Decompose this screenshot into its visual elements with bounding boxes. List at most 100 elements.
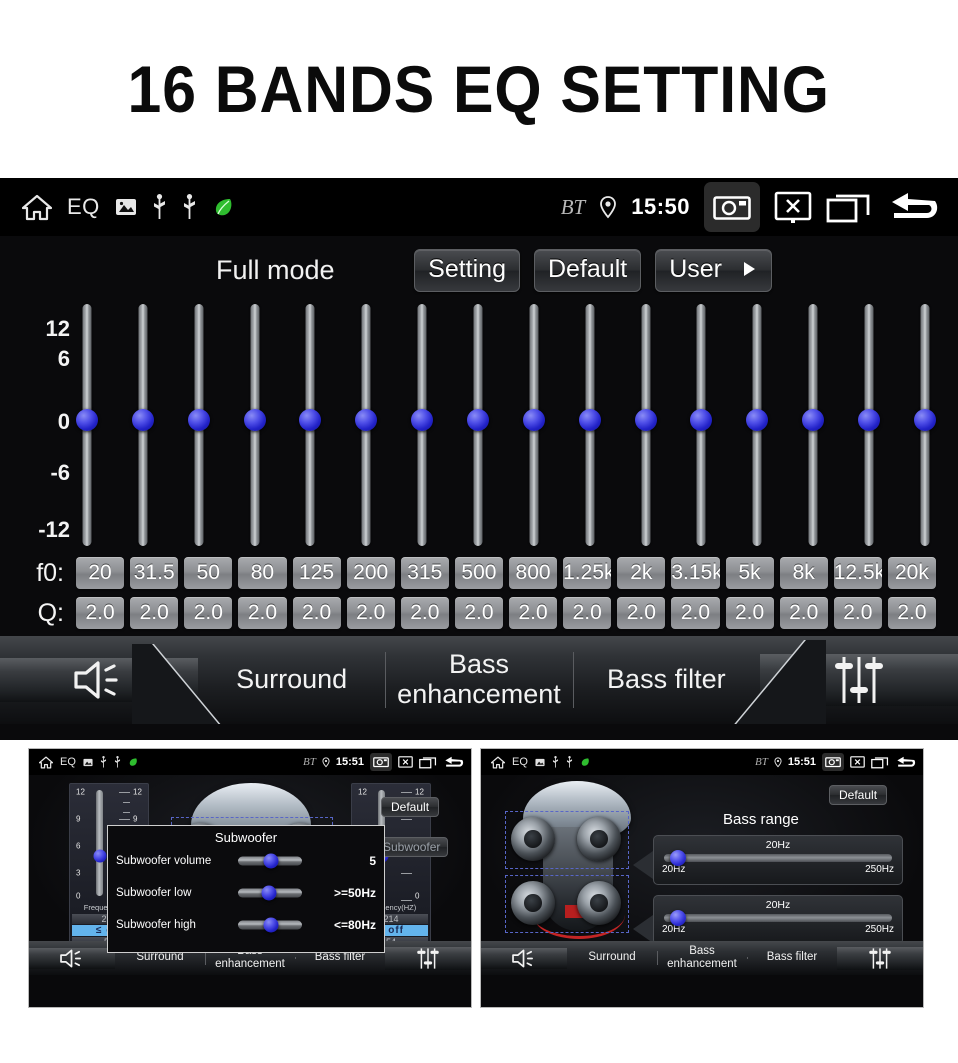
- thumb-right-nav-equalizer[interactable]: [837, 946, 923, 970]
- bass-range-slider-2[interactable]: 20Hz 20Hz 250Hz: [653, 895, 903, 945]
- eq-band-knob[interactable]: [578, 409, 601, 432]
- eq-band-knob[interactable]: [467, 409, 490, 432]
- subwoofer-volume-slider[interactable]: [238, 853, 302, 869]
- thumb-right-nav-surround[interactable]: Surround: [567, 951, 657, 964]
- f0-cell[interactable]: 1.25k: [563, 557, 612, 589]
- f0-cell[interactable]: 315: [400, 557, 449, 589]
- setting-button[interactable]: Setting: [414, 248, 520, 292]
- q-cell[interactable]: 2.0: [454, 597, 503, 629]
- thumb-left-nav-equalizer[interactable]: [385, 946, 471, 970]
- f0-cell[interactable]: 31.5: [130, 557, 179, 589]
- nav-tab-bass-filter[interactable]: Bass filter: [572, 636, 760, 724]
- q-cell[interactable]: 2.0: [779, 597, 828, 629]
- thumb-left-nav-speaker[interactable]: [29, 947, 115, 969]
- eq-band-knob[interactable]: [299, 409, 322, 432]
- q-cell[interactable]: 2.0: [184, 597, 233, 629]
- q-cell[interactable]: 2.0: [509, 597, 558, 629]
- home-icon[interactable]: [22, 194, 52, 221]
- f0-cell[interactable]: 50: [184, 557, 233, 589]
- eq-band-slider[interactable]: [522, 304, 545, 546]
- f0-cell[interactable]: 2k: [617, 557, 666, 589]
- eq-band-slider[interactable]: [355, 304, 378, 546]
- q-cell[interactable]: 2.0: [671, 597, 720, 629]
- q-cell[interactable]: 2.0: [346, 597, 395, 629]
- eq-band-slider[interactable]: [411, 304, 434, 546]
- slider-knob[interactable]: [263, 853, 279, 869]
- eq-band-slider[interactable]: [187, 304, 210, 546]
- thumb-left-nav-surround[interactable]: Surround: [115, 951, 205, 964]
- screen-off-icon[interactable]: [774, 191, 812, 224]
- slider-knob[interactable]: [263, 917, 279, 933]
- thumb-right-nav-speaker[interactable]: [481, 947, 567, 969]
- back-icon[interactable]: [886, 191, 942, 224]
- thumbnail-bass-range[interactable]: EQ BT 15:51 Default Bass range 20Hz 20Hz…: [480, 748, 924, 1008]
- eq-band-knob[interactable]: [634, 409, 657, 432]
- thumb-right-nav-bass-enhancement[interactable]: Bass enhancement: [657, 945, 747, 971]
- eq-band-slider[interactable]: [76, 304, 98, 546]
- eq-band-slider[interactable]: [131, 304, 154, 546]
- bass-range-2-slider[interactable]: [664, 910, 892, 926]
- q-cell[interactable]: 2.0: [130, 597, 179, 629]
- thumb-right-nav-bass-filter[interactable]: Bass filter: [747, 951, 837, 964]
- f0-cell[interactable]: 500: [454, 557, 503, 589]
- eq-band-slider[interactable]: [858, 304, 881, 546]
- camera-icon[interactable]: [704, 182, 760, 232]
- nav-tab-speaker[interactable]: [0, 644, 221, 724]
- eq-band-knob[interactable]: [131, 409, 154, 432]
- eq-band-slider[interactable]: [913, 304, 936, 546]
- eq-band-slider[interactable]: [467, 304, 490, 546]
- q-cell[interactable]: 2.0: [833, 597, 882, 629]
- f0-cell[interactable]: 20k: [887, 557, 936, 589]
- user-preset-button[interactable]: User: [655, 248, 772, 292]
- eq-band-slider[interactable]: [634, 304, 657, 546]
- eq-band-knob[interactable]: [913, 409, 936, 432]
- slider-knob[interactable]: [261, 885, 277, 901]
- eq-band-slider[interactable]: [690, 304, 713, 546]
- slider-knob[interactable]: [669, 910, 686, 926]
- recent-apps-icon[interactable]: [826, 191, 872, 224]
- thumb-left-subwoofer-button[interactable]: Subwoofer: [375, 837, 449, 857]
- f0-cell[interactable]: 8k: [779, 557, 828, 589]
- eq-band-slider[interactable]: [802, 304, 825, 546]
- nav-tab-bass-enhancement[interactable]: Bass enhancement: [385, 636, 572, 724]
- f0-cell[interactable]: 3.15k: [671, 557, 720, 589]
- eq-band-knob[interactable]: [76, 409, 98, 432]
- left-eq-track[interactable]: [96, 790, 103, 896]
- q-cell[interactable]: 2.0: [563, 597, 612, 629]
- nav-tab-equalizer[interactable]: [734, 640, 958, 724]
- f0-cell[interactable]: 5k: [725, 557, 774, 589]
- eq-band-knob[interactable]: [355, 409, 378, 432]
- thumb-left-default-button[interactable]: Default: [381, 797, 440, 817]
- eq-band-knob[interactable]: [187, 409, 210, 432]
- eq-band-knob[interactable]: [858, 409, 881, 432]
- eq-band-knob[interactable]: [411, 409, 434, 432]
- q-cell[interactable]: 2.0: [725, 597, 774, 629]
- f0-cell[interactable]: 125: [292, 557, 341, 589]
- gallery-icon[interactable]: [115, 198, 137, 216]
- q-cell[interactable]: 2.0: [76, 597, 125, 629]
- bass-range-slider-1[interactable]: 20Hz 20Hz 250Hz: [653, 835, 903, 885]
- eq-band-slider[interactable]: [578, 304, 601, 546]
- slider-knob[interactable]: [669, 850, 686, 866]
- eq-band-slider[interactable]: [746, 304, 769, 546]
- eq-band-knob[interactable]: [690, 409, 713, 432]
- default-button[interactable]: Default: [533, 248, 642, 292]
- f0-cell[interactable]: 20: [76, 557, 125, 589]
- eq-band-knob[interactable]: [522, 409, 545, 432]
- thumb-left-nav-bass-filter[interactable]: Bass filter: [295, 951, 385, 964]
- eq-band-slider[interactable]: [299, 304, 322, 546]
- q-cell[interactable]: 2.0: [292, 597, 341, 629]
- q-cell[interactable]: 2.0: [238, 597, 287, 629]
- f0-cell[interactable]: 800: [509, 557, 558, 589]
- thumb-right-default-button[interactable]: Default: [829, 785, 888, 805]
- nav-tab-surround[interactable]: Surround: [198, 636, 385, 724]
- f0-cell[interactable]: 200: [346, 557, 395, 589]
- left-eq-knob[interactable]: [93, 849, 106, 863]
- thumbnail-subwoofer[interactable]: EQ BT 15:51 12 9 6 3 0 12 9 ≤ 12 12 0 Fr…: [28, 748, 472, 1008]
- eq-band-knob[interactable]: [243, 409, 266, 432]
- f0-cell[interactable]: 80: [238, 557, 287, 589]
- eq-band-knob[interactable]: [746, 409, 769, 432]
- subwoofer-high-slider[interactable]: [238, 917, 302, 933]
- bass-range-1-slider[interactable]: [664, 850, 892, 866]
- q-cell[interactable]: 2.0: [887, 597, 936, 629]
